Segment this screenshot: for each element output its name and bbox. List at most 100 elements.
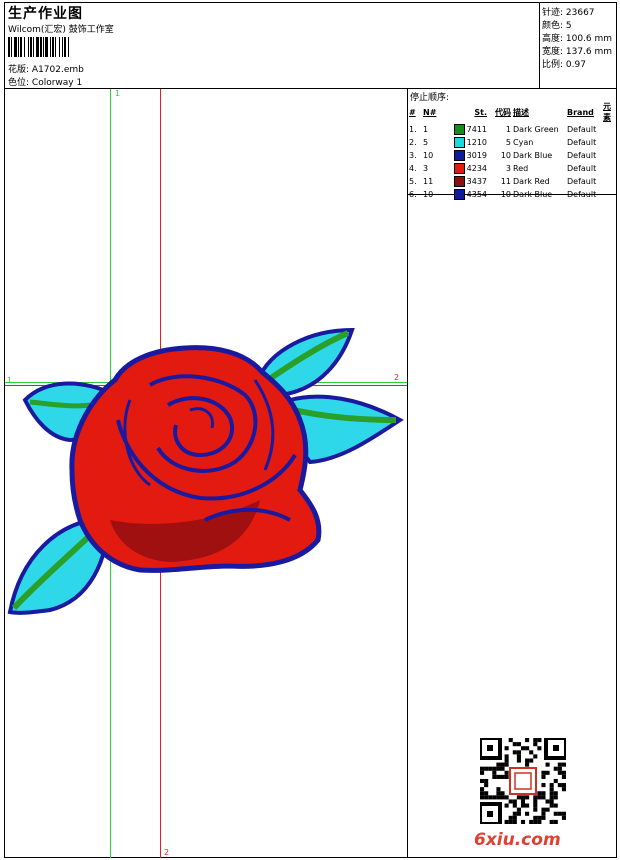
qr-cell [504,819,509,824]
rose-embroidery-design [7,327,404,615]
qr-cell [525,738,530,743]
qr-cell [533,795,538,800]
qr-cell [504,803,509,808]
qr-cell [500,766,505,771]
qr-cell [512,750,517,755]
qr-cell [484,783,489,788]
qr-cell [508,799,513,804]
qr-cell [529,750,534,755]
qr-cell [512,799,517,804]
qr-cell [480,770,485,775]
qr-cell [484,778,489,784]
qr-cell [480,795,485,800]
qr-cell [561,787,566,792]
qr-cell [561,762,566,767]
qr-cell [500,762,505,767]
qr-cell [549,819,554,824]
qr-cell [541,807,546,812]
qr-cell [561,815,566,820]
qr-cell [504,774,509,779]
qr-cell [516,795,521,800]
qr-cell [496,766,501,771]
qr-cell [533,819,538,824]
qr-cell [512,819,517,824]
qr-cell [496,774,501,779]
qr-cell [525,746,530,751]
qr-cell [533,754,538,759]
qr-cell [512,742,517,747]
qr-cell [537,746,542,751]
qr-cell [533,799,538,804]
qr-cell [557,811,562,816]
qr-cell [480,791,485,796]
qr-cell [557,783,562,788]
qr-cell [533,807,538,812]
qr-cell [561,774,566,779]
qr-cell [488,766,493,771]
qr-cell [520,746,526,751]
qr-cell [484,766,489,771]
qr-cell [500,791,505,796]
qr-cell [496,787,501,792]
qr-cell [512,803,517,808]
qr-cell [561,811,566,816]
qr-cell [488,795,493,800]
qr-cell [508,738,513,743]
qr-cell [541,791,546,796]
qr-cell [541,783,546,788]
qr-cell [545,807,550,812]
qr-cell [561,783,566,788]
qr-cell [516,758,521,763]
qr-cell [537,791,542,796]
qr-cell [525,803,530,808]
qr-cell [508,819,513,824]
qr-cell [553,791,558,796]
qr-cell [533,803,538,808]
qr-cell [484,791,489,796]
qr-cell [496,795,501,800]
qr-cell [500,795,505,800]
qr-cell [553,803,558,808]
qr-cell [500,774,505,779]
qr-cell [529,819,534,824]
qr-cell [516,811,521,816]
qr-cell [549,787,554,792]
qr-cell [520,795,526,800]
qr-code [480,738,566,824]
qr-cell [520,803,526,808]
qr-cell [541,795,546,800]
qr-cell [525,795,530,800]
qr-cell [480,766,485,771]
qr-cell [553,766,558,771]
qr-cell [480,787,485,792]
qr-cell [553,811,558,816]
qr-cell [553,778,558,784]
qr-cell [533,738,538,743]
qr-center-stamp [509,767,537,795]
qr-cell [496,762,501,767]
qr-cell [492,766,497,771]
qr-cell [549,795,554,800]
qr-cell [504,754,509,759]
qr-cell [549,791,554,796]
qr-cell [492,774,497,779]
qr-cell [545,770,550,775]
qr-cell [504,795,509,800]
qr-cell [512,811,517,816]
qr-cell [537,815,542,820]
qr-cell [512,815,517,820]
qr-cell [504,746,509,751]
qr-cell [525,811,530,816]
qr-cell [561,770,566,775]
qr-cell [541,811,546,816]
qr-cell [557,762,562,767]
qr-cell [549,783,554,788]
qr-cell [553,819,558,824]
qr-cell [529,758,534,763]
qr-cell [504,762,509,767]
qr-cell [520,819,526,824]
qr-cell [537,819,542,824]
qr-cell [557,770,562,775]
qr-cell [525,762,530,767]
qr-cell [533,742,538,747]
